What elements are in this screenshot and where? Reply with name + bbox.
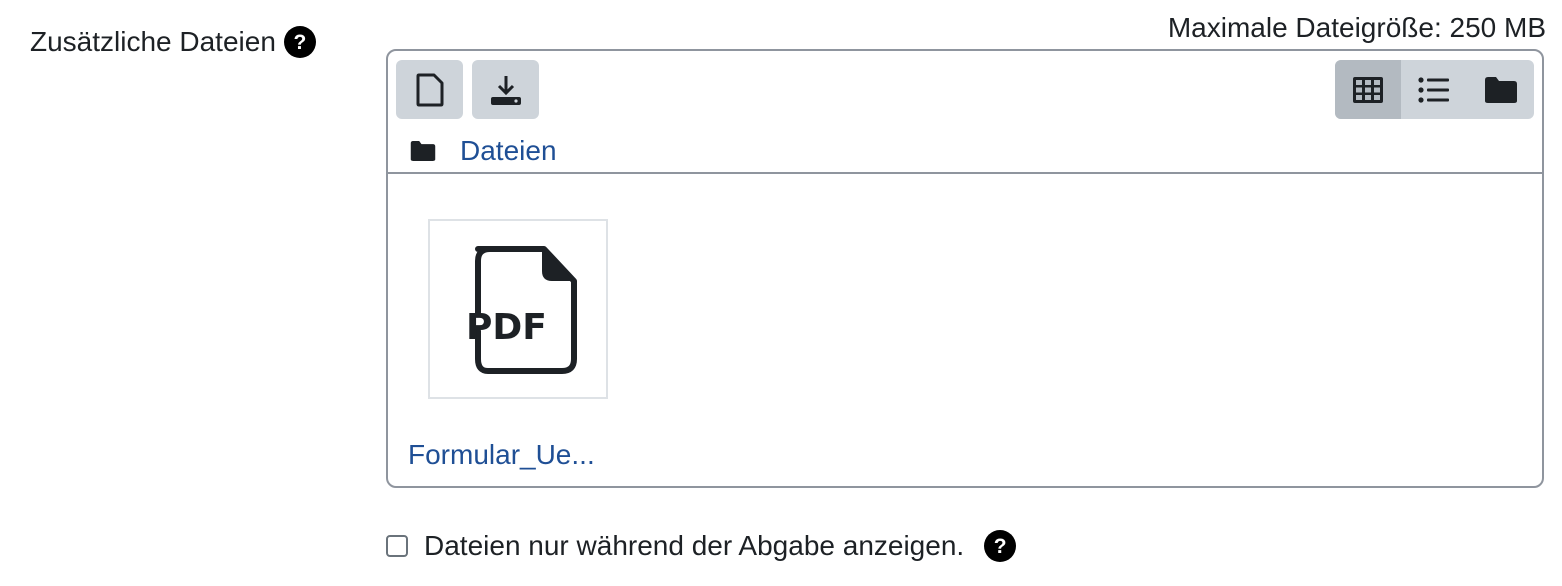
view-mode-toggle-group xyxy=(1335,60,1534,119)
file-thumbnail[interactable]: PDF xyxy=(428,219,608,399)
list-view-button[interactable] xyxy=(1401,60,1467,119)
show-during-submission-option: Dateien nur während der Abgabe anzeigen.… xyxy=(386,528,1017,564)
help-icon[interactable]: ? xyxy=(984,530,1017,562)
download-icon xyxy=(490,75,521,105)
tree-view-button[interactable] xyxy=(1468,60,1534,119)
show-during-submission-checkbox[interactable] xyxy=(386,535,408,557)
breadcrumb: Dateien xyxy=(410,133,557,169)
pdf-file-icon: PDF xyxy=(466,246,577,374)
list-icon xyxy=(1418,76,1450,103)
checkbox-label[interactable]: Dateien nur während der Abgabe anzeigen. xyxy=(424,528,964,564)
file-type-label: PDF xyxy=(466,307,547,348)
help-icon[interactable]: ? xyxy=(283,26,316,58)
file-name-link[interactable]: Formular_Ue... xyxy=(408,437,595,473)
file-icon xyxy=(416,73,443,106)
grid-view-button[interactable] xyxy=(1335,60,1402,119)
download-all-button[interactable] xyxy=(472,60,539,119)
divider xyxy=(388,172,1542,174)
folder-icon xyxy=(1484,76,1517,103)
add-file-button[interactable] xyxy=(396,60,463,119)
file-manager: Dateien PDF Formular_Ue... xyxy=(386,49,1544,488)
breadcrumb-files-link[interactable]: Dateien xyxy=(460,133,557,169)
grid-icon xyxy=(1353,76,1384,103)
file-upload-form-section: Zusätzliche Dateien ? Maximale Dateigröß… xyxy=(0,0,1562,586)
field-label: Zusätzliche Dateien xyxy=(30,26,276,57)
additional-files-label-group: Zusätzliche Dateien ? xyxy=(30,24,316,60)
max-file-size-text: Maximale Dateigröße: 250 MB xyxy=(1167,12,1546,43)
folder-icon xyxy=(410,141,436,161)
